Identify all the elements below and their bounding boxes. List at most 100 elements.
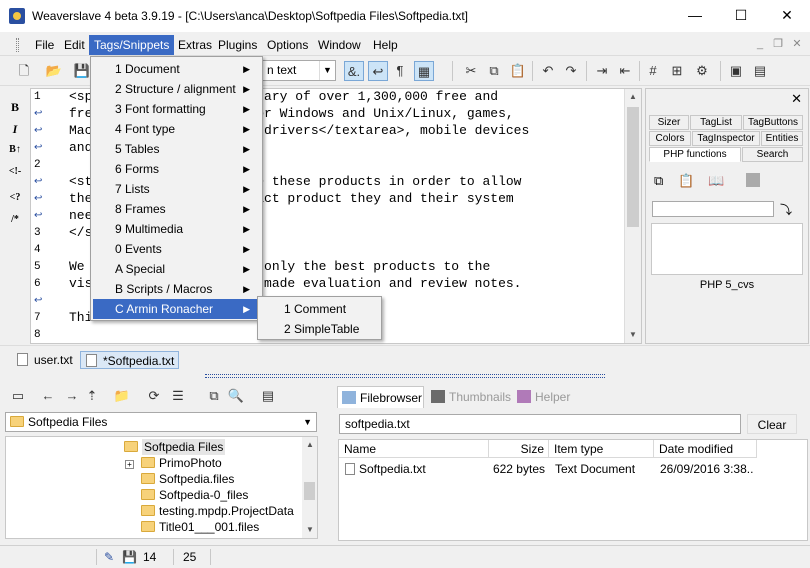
menu-item-font-type[interactable]: 4 Font type ▶ bbox=[93, 119, 260, 139]
tab-tagbuttons[interactable]: TagButtons bbox=[743, 115, 803, 130]
file-search-input[interactable]: softpedia.txt bbox=[339, 414, 741, 434]
forward-icon[interactable]: → bbox=[62, 386, 82, 406]
expand-icon[interactable]: + bbox=[125, 460, 134, 469]
redo-icon[interactable]: ↷ bbox=[561, 61, 581, 81]
chevron-down-icon[interactable]: ▼ bbox=[303, 413, 312, 431]
copy-path-icon[interactable]: ⧉ bbox=[204, 386, 224, 406]
format-icon[interactable]: ⊞ bbox=[667, 61, 687, 81]
file-list[interactable]: Name Size Item type Date modified Softpe… bbox=[338, 439, 808, 541]
php-function-input[interactable] bbox=[652, 201, 774, 217]
menubar-grip[interactable] bbox=[16, 38, 19, 52]
menu-edit[interactable]: Edit bbox=[59, 35, 90, 55]
drive-icon[interactable]: ▭ bbox=[8, 386, 28, 406]
column-header-date[interactable]: Date modified bbox=[654, 440, 757, 458]
menu-help[interactable]: Help bbox=[368, 35, 403, 55]
scroll-up-icon[interactable]: ▲ bbox=[625, 89, 641, 105]
new-folder-icon[interactable]: 📁 bbox=[112, 386, 132, 406]
minimize-button[interactable]: — bbox=[672, 0, 718, 31]
tab-search[interactable]: Search bbox=[742, 147, 803, 162]
pane-splitter[interactable] bbox=[0, 373, 810, 381]
tab-thumbnails[interactable]: Thumbnails bbox=[427, 386, 511, 408]
submenu-item-simpletable[interactable]: 2 SimpleTable bbox=[260, 319, 379, 339]
close-button[interactable]: ✕ bbox=[764, 0, 810, 31]
menu-window[interactable]: Window bbox=[313, 35, 366, 55]
bigger-tool[interactable]: B↑ bbox=[6, 144, 24, 162]
menu-item-tables[interactable]: 5 Tables ▶ bbox=[93, 139, 260, 159]
menu-item-frames[interactable]: 8 Frames ▶ bbox=[93, 199, 260, 219]
mdi-close-button[interactable]: ✕ bbox=[789, 36, 805, 52]
tab-helper[interactable]: Helper bbox=[513, 386, 579, 408]
tab-colors[interactable]: Colors bbox=[649, 131, 691, 146]
menu-item-events[interactable]: 0 Events ▶ bbox=[93, 239, 260, 259]
splitter-handle[interactable] bbox=[205, 374, 605, 378]
menu-item-multimedia[interactable]: 9 Multimedia ▶ bbox=[93, 219, 260, 239]
browser-preview-icon[interactable]: ▣ bbox=[726, 61, 746, 81]
column-header-name[interactable]: Name bbox=[339, 440, 489, 458]
menu-options[interactable]: Options bbox=[262, 35, 313, 55]
folder-tree[interactable]: Softpedia Files + PrimoPhoto Softpedia.f… bbox=[5, 436, 318, 539]
table-view-icon[interactable]: ▦ bbox=[414, 61, 434, 81]
path-combo[interactable]: Softpedia Files ▼ bbox=[5, 412, 317, 432]
menu-item-armin-ronacher[interactable]: C Armin Ronacher ▶ bbox=[93, 299, 260, 319]
submenu-item-comment[interactable]: 1 Comment bbox=[260, 299, 379, 319]
php-tag-tool[interactable]: <? bbox=[6, 192, 24, 210]
php-function-list[interactable] bbox=[651, 223, 803, 275]
tab-taglist[interactable]: TagList bbox=[690, 115, 742, 130]
menu-item-scripts-macros[interactable]: B Scripts / Macros ▶ bbox=[93, 279, 260, 299]
new-file-icon[interactable]: 🗋 bbox=[14, 61, 34, 81]
tab-taginspector[interactable]: TagInspector bbox=[692, 131, 760, 146]
menu-file[interactable]: File bbox=[30, 35, 59, 55]
scroll-up-icon[interactable]: ▲ bbox=[302, 437, 317, 453]
tab-filebrowser[interactable]: Filebrowser bbox=[337, 386, 424, 408]
tab-sizer[interactable]: Sizer bbox=[649, 115, 689, 130]
menu-extras[interactable]: Extras bbox=[173, 35, 217, 55]
scroll-down-icon[interactable]: ▼ bbox=[625, 327, 641, 343]
tab-softpedia-txt[interactable]: *Softpedia.txt bbox=[80, 351, 180, 369]
copy-icon[interactable]: ⧉ bbox=[484, 61, 504, 81]
menu-item-forms[interactable]: 6 Forms ▶ bbox=[93, 159, 260, 179]
stop-icon[interactable] bbox=[746, 173, 760, 187]
italic-tool[interactable]: I bbox=[6, 122, 24, 140]
menu-plugins[interactable]: Plugins bbox=[213, 35, 262, 55]
block-comment-tool[interactable]: /* bbox=[6, 214, 24, 232]
entities-icon[interactable]: &. bbox=[344, 61, 364, 81]
tree-scrollbar[interactable]: ▲ ▼ bbox=[302, 437, 317, 538]
clear-button[interactable]: Clear bbox=[747, 414, 797, 434]
menu-item-structure[interactable]: 2 Structure / alignment ▶ bbox=[93, 79, 260, 99]
mdi-restore-button[interactable]: ❐ bbox=[770, 36, 786, 52]
table-row[interactable]: Softpedia.txt 622 bytes Text Document 26… bbox=[342, 460, 754, 478]
search-icon[interactable]: 🔍 bbox=[226, 386, 246, 406]
menu-item-document[interactable]: 1 Document ▶ bbox=[93, 59, 260, 79]
undo-icon[interactable]: ↶ bbox=[538, 61, 558, 81]
bold-tool[interactable]: B bbox=[6, 100, 24, 118]
cut-icon[interactable]: ✂ bbox=[461, 61, 481, 81]
maximize-button[interactable]: ☐ bbox=[718, 0, 764, 31]
tools-dropdown-icon[interactable]: ⚙ bbox=[692, 61, 712, 81]
mdi-minimize-button[interactable]: _ bbox=[752, 36, 768, 52]
page-icon[interactable]: ▤ bbox=[750, 61, 770, 81]
tab-php-functions[interactable]: PHP functions bbox=[649, 147, 741, 162]
menu-item-lists[interactable]: 7 Lists ▶ bbox=[93, 179, 260, 199]
column-header-type[interactable]: Item type bbox=[549, 440, 654, 458]
copy-icon[interactable]: ⧉ bbox=[654, 173, 663, 189]
paste-icon[interactable]: 📋 bbox=[678, 173, 694, 189]
comment-tool[interactable]: <!- bbox=[6, 166, 24, 184]
view-list-icon[interactable]: ☰ bbox=[168, 386, 188, 406]
favorites-icon[interactable]: ▤ bbox=[258, 386, 278, 406]
open-folder-icon[interactable]: 📂 bbox=[44, 61, 64, 81]
tab-entities[interactable]: Entities bbox=[761, 131, 803, 146]
column-header-size[interactable]: Size bbox=[489, 440, 549, 458]
up-icon[interactable]: ⇡ bbox=[82, 386, 102, 406]
menu-tags-snippets[interactable]: Tags/Snippets bbox=[89, 35, 175, 55]
menu-item-font-formatting[interactable]: 3 Font formatting ▶ bbox=[93, 99, 260, 119]
scroll-down-icon[interactable]: ▼ bbox=[302, 522, 317, 538]
paste-icon[interactable]: 📋 bbox=[508, 61, 528, 81]
hash-icon[interactable]: # bbox=[643, 61, 663, 81]
insert-icon[interactable]: ⤵ bbox=[780, 201, 792, 218]
paragraph-icon[interactable]: ¶ bbox=[390, 61, 410, 81]
outdent-icon[interactable]: ⇤ bbox=[615, 61, 635, 81]
tab-user-txt[interactable]: user.txt bbox=[12, 351, 77, 369]
chevron-down-icon[interactable]: ▼ bbox=[319, 61, 335, 80]
refresh-icon[interactable]: ⟳ bbox=[144, 386, 164, 406]
word-wrap-icon[interactable]: ↩ bbox=[368, 61, 388, 81]
